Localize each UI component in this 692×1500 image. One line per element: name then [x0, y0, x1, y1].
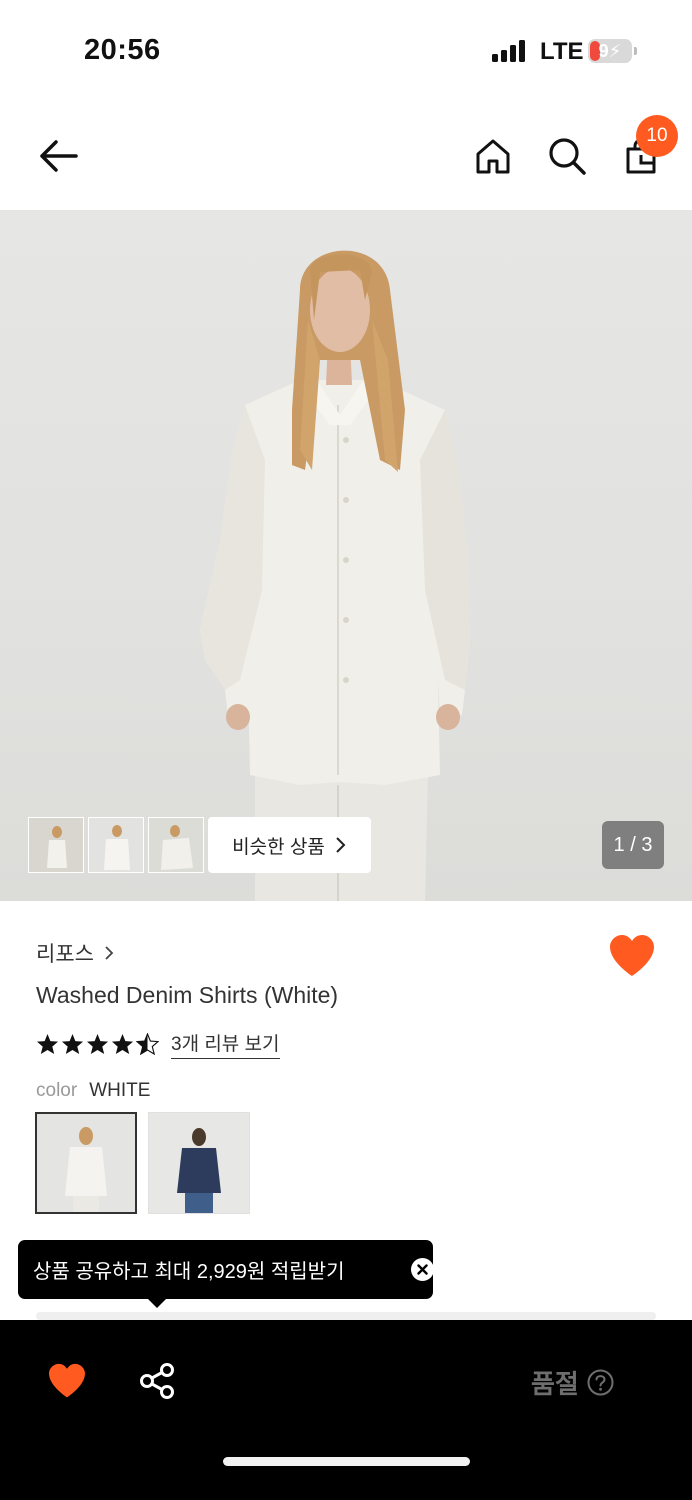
- share-button[interactable]: [138, 1362, 176, 1400]
- star-icon: [36, 1033, 59, 1055]
- product-title: Washed Denim Shirts (White): [36, 982, 339, 1008]
- similar-products-button[interactable]: 비슷한 상품: [208, 817, 371, 873]
- status-bar: 20:56 LTE 9⚡: [0, 0, 692, 100]
- cart-count-badge: 10: [636, 115, 678, 157]
- thumbnail-2[interactable]: [88, 817, 144, 873]
- brand-name: 리포스: [36, 943, 94, 966]
- star-icon: [111, 1033, 134, 1055]
- image-page-indicator: 1 / 3: [602, 821, 664, 869]
- wishlist-button[interactable]: [608, 934, 656, 978]
- signal-icon: [492, 40, 528, 62]
- top-nav: [0, 100, 692, 210]
- share-reward-tooltip: 상품 공유하고 최대 2,929원 적립받기: [18, 1240, 434, 1299]
- product-image[interactable]: [0, 210, 692, 901]
- bottom-action-bar: 품절: [0, 1320, 692, 1500]
- star-icon: [61, 1033, 84, 1055]
- heart-icon: [610, 935, 654, 976]
- sold-out-status: 품절: [531, 1364, 614, 1401]
- chevron-right-icon: [105, 946, 114, 960]
- bottom-wishlist-button[interactable]: [47, 1363, 87, 1399]
- sold-out-label: 품절: [531, 1369, 579, 1399]
- search-icon: [549, 138, 586, 175]
- home-button[interactable]: [467, 130, 519, 182]
- color-swatch-white[interactable]: [35, 1112, 137, 1214]
- heart-icon: [49, 1363, 85, 1398]
- close-icon: [417, 1264, 428, 1275]
- swatch-image: [37, 1114, 135, 1212]
- back-button[interactable]: [32, 130, 84, 182]
- thumbnail-image: [149, 818, 203, 872]
- content-divider: [36, 1312, 656, 1320]
- battery-icon: 9⚡: [588, 39, 632, 63]
- home-icon: [476, 139, 510, 174]
- thumbnail-image: [29, 818, 83, 872]
- half-star-icon: [136, 1033, 159, 1055]
- color-value: WHITE: [89, 1080, 151, 1101]
- share-icon: [140, 1363, 174, 1399]
- thumbnail-image: [89, 818, 143, 872]
- similar-products-label: 비슷한 상품: [232, 836, 325, 858]
- tooltip-text: 상품 공유하고 최대 2,929원 적립받기: [33, 1261, 345, 1283]
- rating-row: 3개 리뷰 보기: [36, 1029, 280, 1059]
- battery-level: 9: [598, 41, 609, 61]
- color-row: color WHITE: [36, 1080, 150, 1102]
- help-icon[interactable]: [587, 1369, 614, 1396]
- product-photo: [200, 250, 470, 901]
- color-label: color: [36, 1080, 78, 1101]
- swatch-image: [149, 1113, 249, 1213]
- thumbnail-3[interactable]: [148, 817, 204, 873]
- network-label: LTE: [540, 38, 584, 65]
- thumbnail-1[interactable]: [28, 817, 84, 873]
- status-time: 20:56: [84, 34, 161, 66]
- tooltip-arrow: [147, 1298, 167, 1308]
- search-button[interactable]: [541, 130, 593, 182]
- star-icon: [86, 1033, 109, 1055]
- color-swatch-blue[interactable]: [148, 1112, 250, 1214]
- review-link[interactable]: 3개 리뷰 보기: [171, 1029, 280, 1059]
- battery-tip: [634, 47, 637, 55]
- brand-link[interactable]: 리포스: [36, 938, 114, 968]
- home-indicator: [223, 1457, 470, 1466]
- chevron-right-icon: [336, 837, 346, 853]
- back-arrow-icon: [40, 140, 78, 172]
- rating-stars: [36, 1033, 159, 1055]
- tooltip-close-button[interactable]: [411, 1258, 434, 1281]
